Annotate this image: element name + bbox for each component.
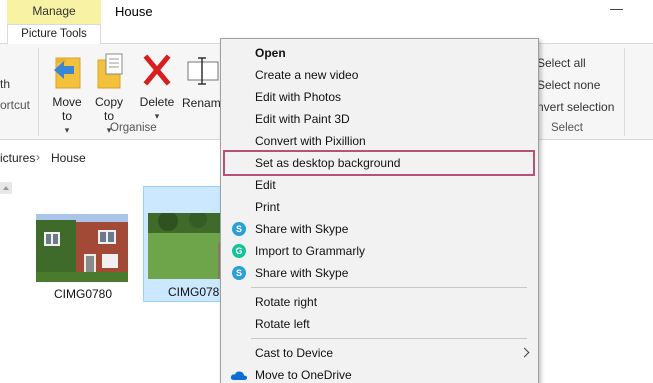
move-to-button[interactable]: Move to ▾	[46, 52, 88, 137]
chevron-right-icon[interactable]: ›	[36, 150, 40, 164]
chevron-down-icon: ▾	[154, 111, 160, 121]
menu-item-label: Cast to Device	[255, 346, 334, 360]
menu-item-rotate-right[interactable]: Rotate right	[222, 291, 538, 313]
onedrive-icon	[230, 371, 248, 380]
menu-separator	[251, 338, 527, 339]
ribbon-separator	[38, 48, 39, 136]
breadcrumb-house[interactable]: House	[51, 151, 86, 165]
house-photo-thumbnail	[36, 214, 128, 282]
file-item[interactable]: CIMG0780	[28, 210, 138, 301]
skype-icon: S	[232, 266, 246, 280]
chevron-right-icon	[519, 347, 530, 358]
file-name: CIMG0780	[53, 287, 113, 301]
context-menu: Open Create a new video Edit with Photos…	[220, 38, 539, 383]
menu-item-label: Move to OneDrive	[255, 368, 352, 382]
menu-item-label: Share with Skype	[255, 266, 349, 280]
menu-separator	[251, 287, 527, 288]
organise-group-label: Organise	[110, 122, 157, 134]
menu-item-label: Import to Grammarly	[255, 244, 366, 258]
ribbon-partial-label-2[interactable]: ortcut	[0, 98, 30, 112]
menu-item-print[interactable]: Print	[222, 196, 538, 218]
grammarly-icon: G	[232, 244, 246, 258]
rename-icon	[187, 57, 219, 85]
delete-label: Delete	[139, 95, 175, 109]
minimize-icon[interactable]	[610, 9, 623, 10]
menu-item-share-skype[interactable]: S Share with Skype	[222, 218, 538, 240]
skype-icon: S	[232, 222, 246, 236]
select-group-label: Select	[551, 122, 583, 134]
scroll-up-icon[interactable]	[0, 182, 12, 194]
menu-item-open[interactable]: Open	[222, 42, 538, 64]
menu-item-rotate-left[interactable]: Rotate left	[222, 313, 538, 335]
manage-context-tab[interactable]: Manage	[7, 0, 101, 24]
breadcrumb-pictures[interactable]: ictures	[0, 151, 35, 165]
copy-to-label: Copy to	[94, 95, 123, 123]
select-none-button[interactable]: Select none	[537, 78, 600, 92]
ribbon-separator	[624, 48, 625, 136]
menu-item-import-grammarly[interactable]: G Import to Grammarly	[222, 240, 538, 262]
menu-item-set-desktop-background[interactable]: Set as desktop background	[222, 152, 538, 174]
menu-item-share-skype-2[interactable]: S Share with Skype	[222, 262, 538, 284]
menu-item-cast-to-device[interactable]: Cast to Device	[222, 342, 538, 364]
move-to-icon	[54, 57, 81, 89]
menu-item-label: Share with Skype	[255, 222, 349, 236]
menu-item-edit-paint3d[interactable]: Edit with Paint 3D	[222, 108, 538, 130]
copy-to-icon	[97, 53, 123, 89]
invert-selection-button[interactable]: nvert selection	[537, 100, 614, 114]
menu-item-edit[interactable]: Edit	[222, 174, 538, 196]
select-all-button[interactable]: Select all	[537, 56, 586, 70]
delete-x-icon	[143, 54, 171, 86]
rename-button[interactable]: Rename	[180, 52, 227, 110]
chevron-down-icon: ▾	[64, 125, 70, 135]
menu-item-move-onedrive[interactable]: Move to OneDrive	[222, 364, 538, 383]
window-title: House	[115, 4, 153, 19]
title-bar: Manage House	[0, 0, 653, 24]
delete-button[interactable]: Delete ▾	[137, 52, 177, 123]
menu-item-convert-pixillion[interactable]: Convert with Pixillion	[222, 130, 538, 152]
tab-picture-tools[interactable]: Picture Tools	[7, 24, 101, 45]
menu-item-create-video[interactable]: Create a new video	[222, 64, 538, 86]
ribbon-partial-label-1[interactable]: th	[0, 77, 10, 91]
menu-item-edit-photos[interactable]: Edit with Photos	[222, 86, 538, 108]
move-to-label: Move to	[52, 95, 82, 123]
